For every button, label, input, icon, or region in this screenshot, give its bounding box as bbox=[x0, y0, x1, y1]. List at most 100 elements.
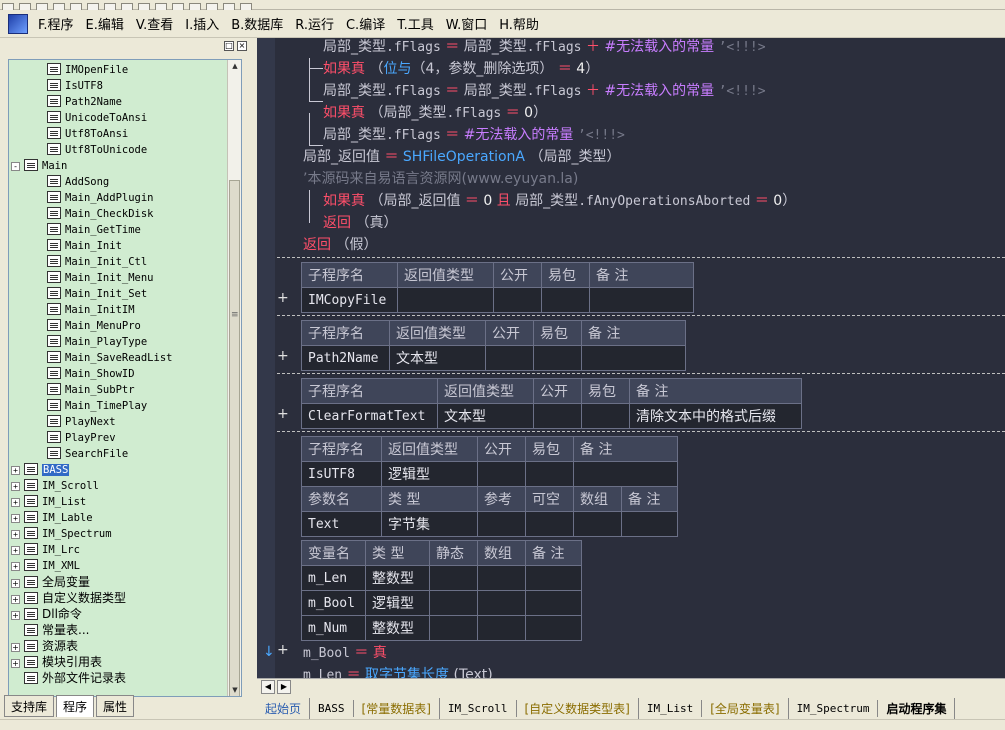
table-cell[interactable] bbox=[525, 461, 574, 487]
expand-icon[interactable]: + bbox=[11, 514, 20, 523]
tree-item[interactable]: Main_GetTime bbox=[47, 222, 141, 238]
tree-item[interactable]: Main_Init_Set bbox=[47, 286, 147, 302]
tree-item[interactable]: PlayNext bbox=[47, 414, 116, 430]
horizontal-scrollbar[interactable]: ◀ ▶ bbox=[257, 678, 1005, 694]
table-cell[interactable]: 逻辑型 bbox=[365, 590, 430, 616]
table-cell[interactable]: IsUTF8 bbox=[301, 461, 382, 487]
tree-item[interactable]: + IM_XML bbox=[11, 558, 80, 574]
table-cell[interactable] bbox=[477, 511, 526, 537]
expand-icon[interactable]: + bbox=[11, 546, 20, 555]
tab-start-page[interactable]: 起始页 bbox=[257, 697, 311, 719]
tree-item[interactable]: Main_ShowID bbox=[47, 366, 135, 382]
code-line[interactable]: 如果真 （局部_类型.fFlags ＝ 0） bbox=[323, 102, 547, 124]
table-cell[interactable] bbox=[429, 565, 478, 591]
expand-icon[interactable]: + bbox=[11, 643, 20, 652]
table-cell[interactable] bbox=[525, 565, 582, 591]
table-cell[interactable] bbox=[493, 287, 542, 313]
tree-item[interactable]: + IM_Scroll bbox=[11, 478, 99, 494]
tree-item[interactable]: + Dll命令 bbox=[11, 606, 82, 622]
scroll-thumb[interactable] bbox=[229, 180, 240, 696]
tree-item[interactable]: + 资源表 bbox=[11, 638, 78, 654]
table-cell[interactable] bbox=[589, 287, 694, 313]
table-cell[interactable]: Text bbox=[301, 511, 382, 537]
tree-item[interactable]: + 模块引用表 bbox=[11, 654, 102, 670]
tab-globals[interactable]: [全局变量表] bbox=[702, 697, 789, 719]
tab-program[interactable]: 程序 bbox=[56, 695, 95, 717]
tree-item[interactable]: + BASS bbox=[11, 462, 70, 478]
tab-properties[interactable]: 属性 bbox=[96, 695, 135, 717]
tree-item[interactable]: IMOpenFile bbox=[47, 62, 128, 78]
menu-view[interactable]: V.查看 bbox=[130, 14, 179, 33]
tab-im-scroll[interactable]: IM_Scroll bbox=[440, 699, 517, 717]
tree-item[interactable]: 外部文件记录表 bbox=[11, 670, 126, 686]
table-cell[interactable] bbox=[429, 615, 478, 641]
tree-item[interactable]: Main_TimePlay bbox=[47, 398, 147, 414]
tree-item[interactable]: Main_Init bbox=[47, 238, 122, 254]
table-cell[interactable] bbox=[533, 345, 582, 371]
expand-icon[interactable]: + bbox=[11, 498, 20, 507]
code-editor[interactable]: 局部_类型.fFlags ＝ 局部_类型.fFlags ＋ #无法载入的常量 ’… bbox=[257, 38, 1005, 678]
expand-icon[interactable]: + bbox=[11, 466, 20, 475]
app-icon[interactable] bbox=[8, 13, 28, 34]
pin-icon[interactable]: □ bbox=[224, 41, 234, 51]
sub-table-path2name[interactable]: 子程序名 返回值类型 公开 易包备 注 Path2Name 文本型 bbox=[301, 320, 686, 371]
tree-item[interactable]: Main_MenuPro bbox=[47, 318, 141, 334]
tree-item[interactable]: AddSong bbox=[47, 174, 109, 190]
expand-icon[interactable]: + bbox=[11, 530, 20, 539]
expand-icon[interactable]: + bbox=[11, 562, 20, 571]
tab-support-library[interactable]: 支持库 bbox=[4, 695, 55, 717]
table-cell[interactable]: m_Len bbox=[301, 565, 366, 591]
table-cell[interactable] bbox=[525, 615, 582, 641]
tree-item[interactable]: Utf8ToAnsi bbox=[47, 126, 128, 142]
tab-im-list[interactable]: IM_List bbox=[639, 699, 703, 717]
code-line[interactable]: ’本源码来自易语言资源网(www.eyuyan.la) bbox=[303, 168, 578, 190]
menu-program[interactable]: F.程序 bbox=[32, 14, 80, 33]
menu-help[interactable]: H.帮助 bbox=[493, 14, 545, 33]
expand-plus-icon[interactable]: + bbox=[277, 290, 289, 306]
tree-item[interactable]: Main_AddPlugin bbox=[47, 190, 154, 206]
expand-icon[interactable]: + bbox=[11, 579, 20, 588]
tree-item[interactable]: + IM_Lable bbox=[11, 510, 93, 526]
table-cell[interactable]: 整数型 bbox=[365, 565, 430, 591]
tree-item[interactable]: + 自定义数据类型 bbox=[11, 590, 126, 606]
tree-item[interactable]: Main_Init_Ctl bbox=[47, 254, 147, 270]
tree-item[interactable]: PlayPrev bbox=[47, 430, 116, 446]
tree-item[interactable]: Utf8ToUnicode bbox=[47, 142, 147, 158]
table-cell[interactable]: ClearFormatText bbox=[301, 403, 438, 429]
tree-item[interactable]: + IM_Lrc bbox=[11, 542, 80, 558]
menu-run[interactable]: R.运行 bbox=[289, 14, 340, 33]
table-cell[interactable] bbox=[429, 590, 478, 616]
scroll-up-icon[interactable]: ▲ bbox=[230, 62, 240, 70]
close-icon[interactable]: × bbox=[237, 41, 247, 51]
tree-item[interactable]: UnicodeToAnsi bbox=[47, 110, 147, 126]
tab-startup-set[interactable]: 启动程序集 bbox=[878, 697, 956, 719]
table-cell[interactable] bbox=[581, 403, 630, 429]
code-line[interactable]: 返回 （真） bbox=[323, 212, 397, 234]
tree-item[interactable]: Main_Init_Menu bbox=[47, 270, 154, 286]
table-cell[interactable] bbox=[573, 461, 678, 487]
table-cell[interactable]: Path2Name bbox=[301, 345, 390, 371]
table-cell[interactable] bbox=[397, 287, 494, 313]
table-cell[interactable] bbox=[525, 590, 582, 616]
table-cell[interactable] bbox=[477, 461, 526, 487]
table-cell[interactable]: 字节集 bbox=[381, 511, 478, 537]
expand-plus-icon[interactable]: + bbox=[277, 348, 289, 364]
tree-item[interactable]: Main_PlayType bbox=[47, 334, 147, 350]
table-cell[interactable] bbox=[477, 565, 526, 591]
code-area[interactable]: 局部_类型.fFlags ＝ 局部_类型.fFlags ＋ #无法载入的常量 ’… bbox=[263, 38, 1005, 678]
tree-item[interactable]: SearchFile bbox=[47, 446, 128, 462]
code-line[interactable]: 局部_类型.fFlags ＝ 局部_类型.fFlags ＋ #无法载入的常量 ’… bbox=[323, 80, 766, 102]
table-cell[interactable]: 逻辑型 bbox=[381, 461, 478, 487]
sub-table-clearformattext[interactable]: 子程序名 返回值类型 公开 易包备 注 ClearFormatText 文本型 清除文本中… bbox=[301, 378, 802, 429]
menu-window[interactable]: W.窗口 bbox=[440, 14, 494, 33]
table-cell[interactable] bbox=[541, 287, 590, 313]
code-line[interactable]: m_Len ＝ 取字节集长度 (Text) bbox=[303, 664, 493, 678]
table-cell[interactable] bbox=[581, 345, 686, 371]
tree-item[interactable]: + 全局变量 bbox=[11, 574, 90, 590]
sub-table-isutf8[interactable]: 子程序名 返回值类型 公开 易包备 注 IsUTF8 逻辑型 参数名类 型参考 可空 数组备… bbox=[301, 436, 678, 537]
tree-item[interactable]: Main_SaveReadList bbox=[47, 350, 172, 366]
tab-bass[interactable]: BASS bbox=[310, 699, 354, 717]
code-line[interactable]: 局部_类型.fFlags ＝ 局部_类型.fFlags ＋ #无法载入的常量 ’… bbox=[323, 38, 766, 58]
table-cell[interactable]: 文本型 bbox=[389, 345, 486, 371]
expand-icon[interactable]: + bbox=[11, 659, 20, 668]
